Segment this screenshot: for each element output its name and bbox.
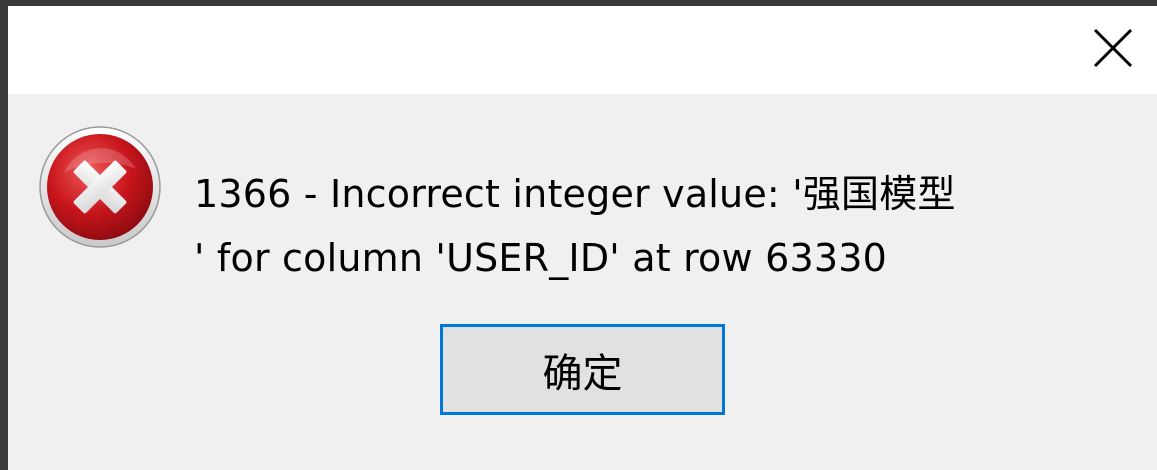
ok-button[interactable]: 确定 bbox=[440, 324, 725, 415]
close-button[interactable] bbox=[1069, 6, 1157, 90]
error-dialog: 1366 - Incorrect integer value: '强国模型 ' … bbox=[8, 6, 1157, 470]
error-icon bbox=[39, 126, 161, 248]
error-message: 1366 - Incorrect integer value: '强国模型 ' … bbox=[194, 172, 956, 280]
close-icon bbox=[1093, 28, 1133, 68]
ok-button-label: 确定 bbox=[542, 350, 623, 397]
title-bar bbox=[8, 6, 1157, 94]
